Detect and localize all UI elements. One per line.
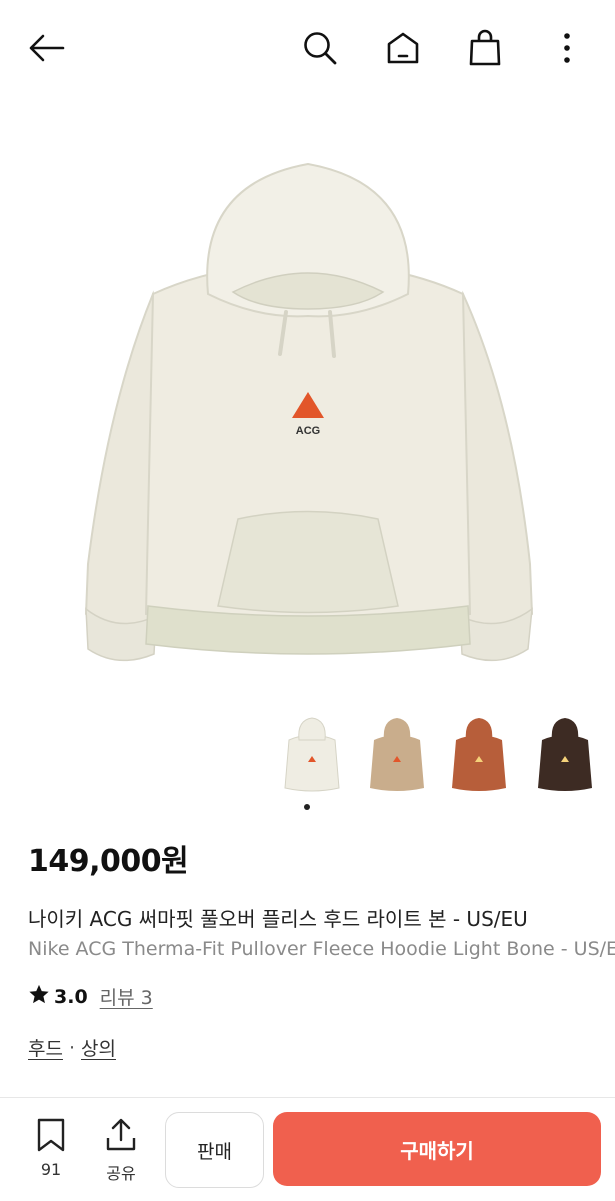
category-link-hood[interactable]: 후드	[28, 1034, 63, 1061]
home-icon[interactable]	[381, 26, 425, 70]
review-link[interactable]: 리뷰 3	[100, 983, 153, 1010]
buy-button[interactable]: 구매하기	[273, 1112, 601, 1186]
bottom-action-bar: 91 공유 판매 구매하기	[0, 1097, 615, 1201]
share-button[interactable]: 공유	[96, 1118, 146, 1188]
hoodie-illustration: ACG	[84, 162, 533, 661]
thumbnail-strip	[270, 716, 615, 804]
thumbnail-4[interactable]	[528, 716, 602, 800]
star-icon	[28, 983, 50, 1010]
share-label: 공유	[106, 1164, 136, 1183]
thumbnail-3[interactable]	[442, 716, 516, 800]
bookmark-icon	[37, 1118, 65, 1152]
share-icon	[106, 1118, 136, 1151]
sell-button[interactable]: 판매	[165, 1112, 264, 1188]
product-main-image[interactable]: ACG	[0, 96, 615, 711]
category-link-top[interactable]: 상의	[81, 1034, 116, 1061]
bookmark-count: 91	[40, 1160, 62, 1179]
rating-row: 3.0 리뷰 3	[28, 983, 153, 1010]
product-price: 149,000원	[28, 844, 189, 879]
thumbnail-2[interactable]	[360, 716, 434, 800]
top-bar	[0, 0, 615, 96]
more-vertical-icon[interactable]	[545, 26, 589, 70]
hoodie-logo-text: ACG	[295, 425, 319, 437]
product-title-english: Nike ACG Therma-Fit Pullover Fleece Hood…	[28, 938, 615, 960]
thumbnail-indicator-dot	[304, 804, 310, 810]
rating-score: 3.0	[54, 985, 88, 1008]
bookmark-button[interactable]: 91	[26, 1118, 76, 1188]
product-title-korean: 나이키 ACG 써마핏 풀오버 플리스 후드 라이트 본 - US/EU	[28, 907, 528, 931]
category-breadcrumb: 후드 · 상의	[28, 1034, 116, 1061]
back-arrow-icon[interactable]	[24, 26, 68, 70]
thumbnail-1[interactable]	[275, 716, 349, 800]
search-icon[interactable]	[298, 26, 342, 70]
category-separator: ·	[68, 1036, 76, 1059]
shopping-bag-icon[interactable]	[463, 26, 507, 70]
